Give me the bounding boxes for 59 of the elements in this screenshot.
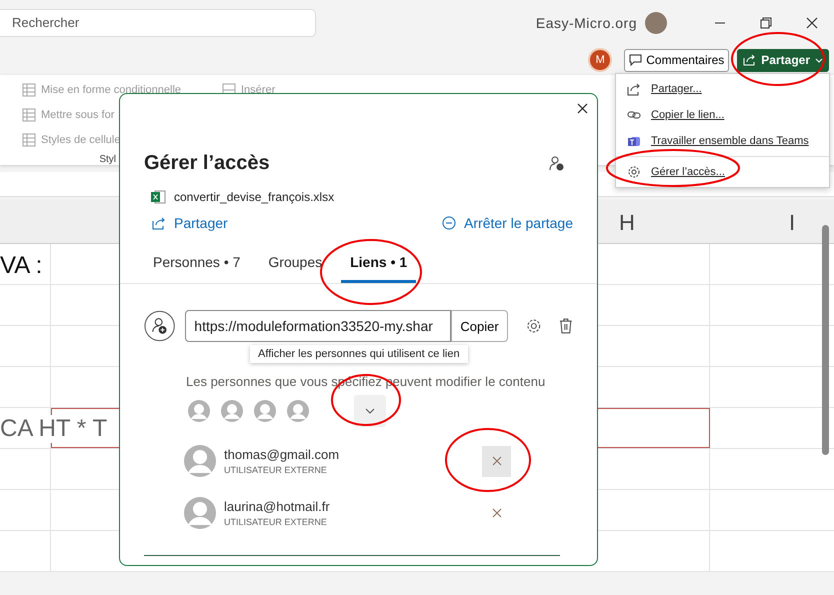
file-name: convertir_devise_françois.xlsx [174, 190, 334, 204]
account-name: Easy-Micro.org [536, 14, 637, 30]
trash-icon[interactable] [559, 318, 574, 334]
person-avatar-icon [184, 497, 216, 529]
share-link[interactable]: Partager [152, 215, 228, 231]
tab[interactable]: Personnes • 7 [144, 248, 250, 283]
menu-item[interactable]: Copier le lien... [616, 102, 829, 128]
expand-button[interactable] [354, 395, 386, 427]
search-field[interactable]: Rechercher [0, 8, 316, 36]
person-settings-icon[interactable] [549, 156, 565, 172]
profile-photo-placeholder[interactable] [645, 12, 667, 34]
ribbon-group-label: Styl [99, 154, 116, 165]
person-avatar-icon [187, 400, 211, 422]
close-icon[interactable] [577, 103, 588, 114]
spreadsheet-file-icon [150, 190, 166, 204]
menu-item[interactable]: Travailler ensemble dans Teams [616, 128, 829, 154]
caret-icon [815, 58, 823, 62]
person-role: UTILISATEUR EXTERNE [224, 517, 328, 527]
share-icon [743, 54, 756, 66]
tooltip: Afficher les personnes qui utilisent ce lien [250, 345, 468, 363]
share-button[interactable]: Partager [737, 48, 829, 72]
tab[interactable]: Groupes [259, 248, 332, 283]
remove-button[interactable] [482, 446, 511, 476]
menu-item[interactable]: Gérer l’accès... [616, 159, 829, 185]
user-avatar[interactable]: M [590, 50, 610, 70]
copy-button[interactable]: Copier [451, 310, 508, 342]
person-email: laurina@hotmail.fr [224, 499, 331, 514]
share-icon [627, 82, 641, 96]
comments-button[interactable]: Commentaires [624, 48, 730, 72]
close-icon[interactable] [806, 16, 818, 28]
minus-circle-icon [442, 216, 456, 230]
chevron-down-icon [365, 408, 375, 414]
menu-item[interactable]: Partager... [616, 76, 829, 102]
comment-icon [629, 54, 642, 66]
share-icon [152, 216, 166, 230]
stop-sharing-link[interactable]: Arrêter le partage [442, 215, 573, 231]
close-icon [492, 508, 502, 518]
table-icon [22, 108, 36, 122]
column-header[interactable]: H [619, 210, 635, 236]
cell-text: CA HT * T [0, 415, 108, 443]
person-avatar-icon [220, 400, 244, 422]
add-person-icon[interactable] [144, 310, 176, 342]
table-icon [22, 83, 36, 97]
settings-icon[interactable] [526, 318, 542, 334]
restore-icon[interactable] [760, 16, 772, 28]
person-role: UTILISATEUR EXTERNE [224, 465, 328, 475]
column-header[interactable]: I [789, 210, 796, 236]
person-email: thomas@gmail.com [224, 447, 340, 462]
person-avatar-icon [184, 445, 216, 477]
gear-icon [627, 165, 641, 179]
vertical-scrollbar[interactable] [822, 225, 829, 455]
dialog-title: Gérer l’accès [144, 152, 270, 175]
teams-icon [627, 134, 641, 148]
person-avatar-icon [286, 400, 310, 422]
tab[interactable]: Liens • 1 [341, 248, 416, 283]
close-icon [492, 456, 502, 466]
person-avatar-icon [253, 400, 277, 422]
link-url-field[interactable]: https://moduleformation33520-my.shar [185, 310, 452, 342]
table-icon [22, 133, 36, 147]
